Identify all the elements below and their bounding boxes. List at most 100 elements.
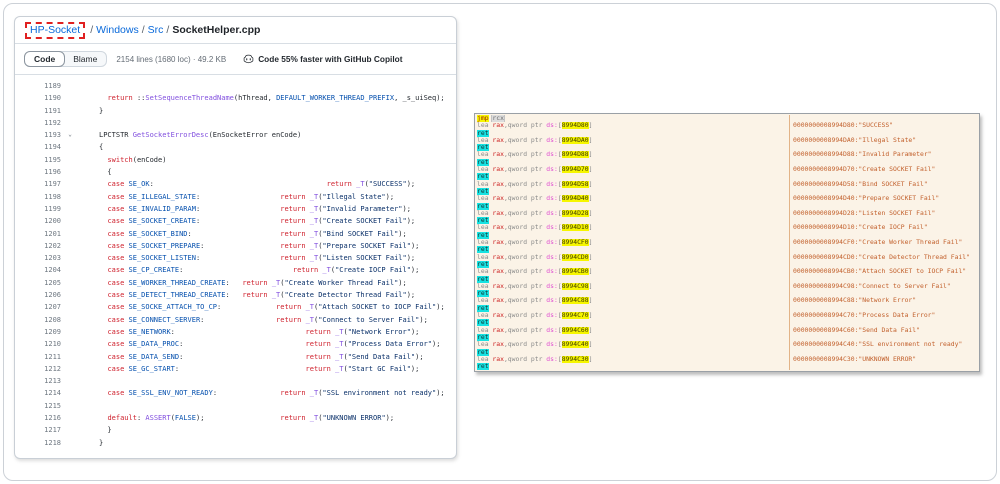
line-number[interactable]: 1214: [15, 387, 61, 399]
asm-row-lea[interactable]: lea rax,qword ptr ds:[8994D80]0000000008…: [475, 122, 979, 129]
asm-row-ret[interactable]: ret: [475, 290, 979, 297]
asm-row-lea[interactable]: lea rax,qword ptr ds:[8994D40]0000000008…: [475, 195, 979, 202]
asm-row-lea[interactable]: lea rax,qword ptr ds:[8994C98]0000000008…: [475, 283, 979, 290]
asm-row-lea[interactable]: lea rax,qword ptr ds:[8994CD0]0000000008…: [475, 254, 979, 261]
code-text: case SE_SOCKET_CREATE: return _T("Create…: [79, 215, 415, 227]
line-number[interactable]: 1212: [15, 363, 61, 375]
asm-row-lea[interactable]: lea rax,qword ptr ds:[8994C88]0000000008…: [475, 297, 979, 304]
tab-blame[interactable]: Blame: [64, 52, 106, 66]
asm-row-lea[interactable]: lea rax,qword ptr ds:[8994C30]0000000008…: [475, 356, 979, 363]
code-text: case SE_SSL_ENV_NOT_READY: return _T("SS…: [79, 387, 445, 399]
code-area: 11891190 return ::SetSequenceThreadName(…: [15, 75, 456, 449]
asm-row-lea[interactable]: lea rax,qword ptr ds:[8994D28]0000000008…: [475, 210, 979, 217]
asm-row-ret[interactable]: ret: [475, 276, 979, 283]
line-number[interactable]: 1209: [15, 326, 61, 338]
asm-row-ret[interactable]: ret: [475, 349, 979, 356]
line-number[interactable]: 1211: [15, 351, 61, 363]
asm-row-ret[interactable]: ret: [475, 188, 979, 195]
asm-row-ret[interactable]: ret: [475, 261, 979, 268]
tab-code[interactable]: Code: [24, 51, 65, 67]
comment-empty: [789, 276, 979, 283]
asm-row-lea[interactable]: lea rax,qword ptr ds:[8994CB0]0000000008…: [475, 268, 979, 275]
line-number[interactable]: 1204: [15, 264, 61, 276]
line-number[interactable]: 1215: [15, 400, 61, 412]
line-number[interactable]: 1194: [15, 141, 61, 153]
breadcrumb-file-name: SocketHelper.cpp: [172, 24, 260, 36]
breadcrumb-dir-windows[interactable]: Windows: [96, 24, 139, 36]
comment-empty: [789, 261, 979, 268]
asm-row-ret[interactable]: ret: [475, 130, 979, 137]
line-number[interactable]: 1195: [15, 154, 61, 166]
line-number[interactable]: 1198: [15, 191, 61, 203]
breadcrumb-separator: /: [166, 24, 169, 36]
code-text: }: [79, 437, 103, 449]
line-number[interactable]: 1218: [15, 437, 61, 449]
code-line: 1201 case SE_SOCKET_BIND: return _T("Bin…: [15, 228, 456, 240]
asm-row-lea[interactable]: lea rax,qword ptr ds:[8994DA0]0000000008…: [475, 137, 979, 144]
gutter-spacer: [61, 105, 79, 117]
line-number[interactable]: 1203: [15, 252, 61, 264]
line-number[interactable]: 1189: [15, 80, 61, 92]
line-number[interactable]: 1201: [15, 228, 61, 240]
line-number[interactable]: 1196: [15, 166, 61, 178]
code-text: case SE_DATA_SEND: return _T("Send Data …: [79, 351, 424, 363]
line-number[interactable]: 1205: [15, 277, 61, 289]
instruction: ret: [475, 290, 789, 297]
line-number[interactable]: 1216: [15, 412, 61, 424]
line-number[interactable]: 1200: [15, 215, 61, 227]
line-number[interactable]: 1206: [15, 289, 61, 301]
gutter-spacer: [61, 400, 79, 412]
comment-empty: [789, 363, 979, 370]
line-number[interactable]: 1208: [15, 314, 61, 326]
instruction: ret: [475, 276, 789, 283]
asm-row-ret[interactable]: ret: [475, 144, 979, 151]
line-number[interactable]: 1197: [15, 178, 61, 190]
asm-row-ret[interactable]: ret: [475, 319, 979, 326]
line-number[interactable]: 1202: [15, 240, 61, 252]
line-number[interactable]: 1192: [15, 117, 61, 129]
line-number[interactable]: 1207: [15, 301, 61, 313]
line-number[interactable]: 1199: [15, 203, 61, 215]
line-number[interactable]: 1217: [15, 424, 61, 436]
line-number[interactable]: 1213: [15, 375, 61, 387]
comment-empty: [789, 159, 979, 166]
asm-row-ret[interactable]: ret: [475, 305, 979, 312]
string-comment: 0000000008994D80:"SUCCESS": [789, 122, 979, 129]
comment-empty: [789, 130, 979, 137]
code-line: 1218}: [15, 437, 456, 449]
breadcrumb-dir-src[interactable]: Src: [148, 24, 164, 36]
asm-row-lea[interactable]: lea rax,qword ptr ds:[8994D70]0000000008…: [475, 166, 979, 173]
asm-row-ret[interactable]: ret: [475, 217, 979, 224]
asm-row-lea[interactable]: lea rax,qword ptr ds:[8994D10]0000000008…: [475, 224, 979, 231]
asm-row-ret[interactable]: ret: [475, 334, 979, 341]
line-number[interactable]: 1191: [15, 105, 61, 117]
code-text: LPCTSTR GetSocketErrorDesc(EnSocketError…: [79, 129, 301, 141]
code-line: 1208 case SE_CONNECT_SERVER: return _T("…: [15, 314, 456, 326]
line-number[interactable]: 1190: [15, 92, 61, 104]
asm-row-lea[interactable]: lea rax,qword ptr ds:[8994C40]0000000008…: [475, 341, 979, 348]
code-text: [79, 375, 99, 387]
asm-row-ret[interactable]: ret: [475, 203, 979, 210]
collapse-chevron-icon[interactable]: ⌄: [61, 129, 79, 141]
asm-row-ret[interactable]: ret: [475, 232, 979, 239]
asm-row-lea[interactable]: lea rax,qword ptr ds:[8994D88]0000000008…: [475, 151, 979, 158]
breadcrumb-repo-link[interactable]: HP-Socket: [30, 24, 80, 36]
code-text: case SE_GC_START: return _T("Start GC Fa…: [79, 363, 419, 375]
copilot-banner[interactable]: Code 55% faster with GitHub Copilot: [243, 54, 402, 65]
line-number[interactable]: 1210: [15, 338, 61, 350]
asm-row-ret[interactable]: ret: [475, 173, 979, 180]
asm-row-lea[interactable]: lea rax,qword ptr ds:[8994C60]0000000008…: [475, 327, 979, 334]
code-line: 1199 case SE_INVALID_PARAM: return _T("I…: [15, 203, 456, 215]
breadcrumb-separator: /: [142, 24, 145, 36]
asm-row-lea[interactable]: lea rax,qword ptr ds:[8994C70]0000000008…: [475, 312, 979, 319]
instruction: lea rax,qword ptr ds:[8994C70]: [475, 312, 789, 319]
comment-empty: [789, 246, 979, 253]
asm-row-lea[interactable]: lea rax,qword ptr ds:[8994D58]0000000008…: [475, 181, 979, 188]
code-line: 1197 case SE_OK: return _T("SUCCESS");: [15, 178, 456, 190]
asm-row-jmp[interactable]: jmp rcx: [475, 115, 979, 122]
asm-row-ret[interactable]: ret: [475, 363, 979, 370]
line-number[interactable]: 1193: [15, 129, 61, 141]
asm-row-ret[interactable]: ret: [475, 159, 979, 166]
asm-row-lea[interactable]: lea rax,qword ptr ds:[8994CF0]0000000008…: [475, 239, 979, 246]
asm-row-ret[interactable]: ret: [475, 246, 979, 253]
